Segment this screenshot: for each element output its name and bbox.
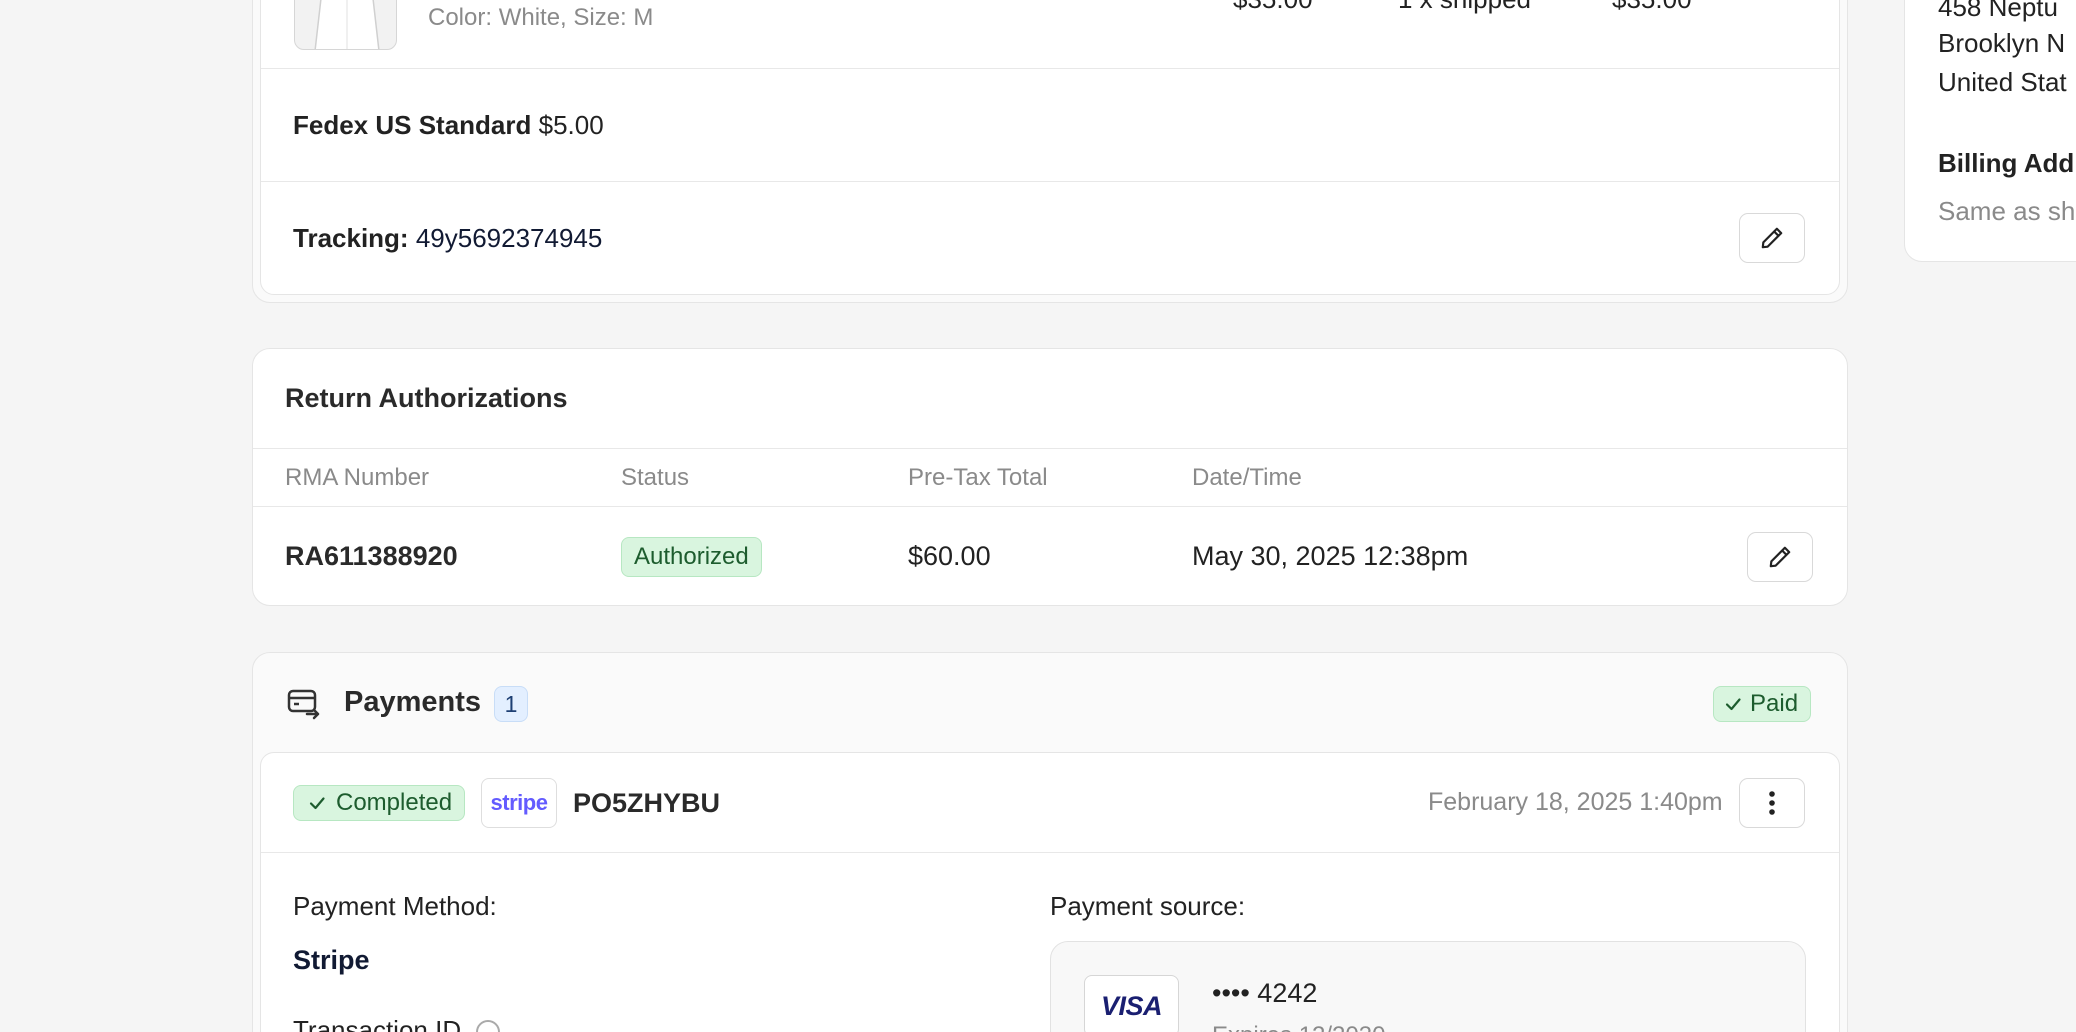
column-header-status: Status (621, 464, 690, 491)
stripe-logo-text: stripe (490, 790, 548, 815)
stripe-logo: stripe (481, 778, 557, 828)
payment-method-value: Stripe (293, 945, 370, 975)
paid-badge: Paid (1713, 686, 1812, 722)
tracking-label: Tracking: (293, 223, 409, 253)
payment-status-label: Completed (336, 789, 453, 816)
divider (261, 68, 1839, 69)
info-icon[interactable] (476, 1020, 501, 1032)
payment-method-label: Payment Method: (293, 891, 497, 921)
item-qty-status: 1 x shipped (1398, 0, 1531, 15)
item-total: $35.00 (1612, 0, 1692, 15)
edit-tracking-button[interactable] (1739, 213, 1805, 263)
status-badge-label: Authorized (634, 543, 749, 570)
shipping-address-line3: United Stat (1938, 67, 2067, 97)
divider (253, 448, 1847, 449)
edit-rma-button[interactable] (1747, 532, 1813, 582)
card-last4: •••• 4242 (1212, 978, 1318, 1008)
item-price: $35.00 (1233, 0, 1313, 15)
payment-more-button[interactable] (1739, 778, 1805, 828)
visa-logo: VISA (1084, 975, 1179, 1032)
divider (253, 506, 1847, 507)
divider (261, 852, 1839, 853)
visa-logo-text: VISA (1100, 990, 1163, 1021)
payments-icon (287, 688, 321, 725)
return-authorizations-title: Return Authorizations (285, 383, 568, 413)
payments-count: 1 (504, 690, 518, 717)
shipping-address-line2: Brooklyn N (1938, 28, 2066, 58)
payment-datetime: February 18, 2025 1:40pm (1428, 788, 1723, 816)
payments-count-badge: 1 (494, 686, 528, 722)
transaction-id-row: Transaction ID (293, 1015, 501, 1032)
pretax-total: $60.00 (908, 541, 991, 571)
pencil-icon (1769, 546, 1791, 568)
payment-source-label: Payment source: (1050, 891, 1246, 921)
shipping-method-price: $5.00 (538, 110, 604, 140)
tracking-number[interactable]: 49y5692374945 (416, 223, 603, 253)
shipping-address-line1: 458 Neptu (1938, 0, 2058, 22)
card-expiry: Expires 12/2030 (1212, 1022, 1385, 1032)
paid-label: Paid (1750, 690, 1799, 717)
tracking-row: Tracking: 49y5692374945 (293, 223, 602, 254)
payment-reference[interactable]: PO5ZHYBU (573, 788, 720, 819)
transaction-id-label: Transaction ID (293, 1015, 462, 1032)
payments-title: Payments (344, 686, 482, 718)
pencil-icon (1761, 227, 1783, 249)
shipping-method: Fedex US Standard $5.00 (293, 110, 604, 141)
shipping-method-name: Fedex US Standard (293, 110, 532, 140)
more-vertical-icon (1769, 791, 1775, 815)
item-variant: Color: White, Size: M (428, 4, 654, 31)
billing-address-heading: Billing Add (1938, 148, 2075, 178)
column-header-pretax: Pre-Tax Total (908, 464, 1048, 491)
rma-number[interactable]: RA611388920 (285, 541, 458, 572)
column-header-rma: RMA Number (285, 464, 430, 491)
payment-status-badge: Completed (293, 785, 466, 821)
check-icon (309, 797, 325, 810)
check-icon (1725, 698, 1741, 711)
product-thumbnail[interactable] (294, 0, 397, 50)
rma-datetime: May 30, 2025 12:38pm (1192, 541, 1469, 571)
status-badge: Authorized (621, 537, 762, 577)
divider (261, 181, 1839, 182)
billing-address-value: Same as sh (1938, 196, 2076, 226)
column-header-datetime: Date/Time (1192, 464, 1302, 491)
shirt-image (314, 0, 380, 49)
